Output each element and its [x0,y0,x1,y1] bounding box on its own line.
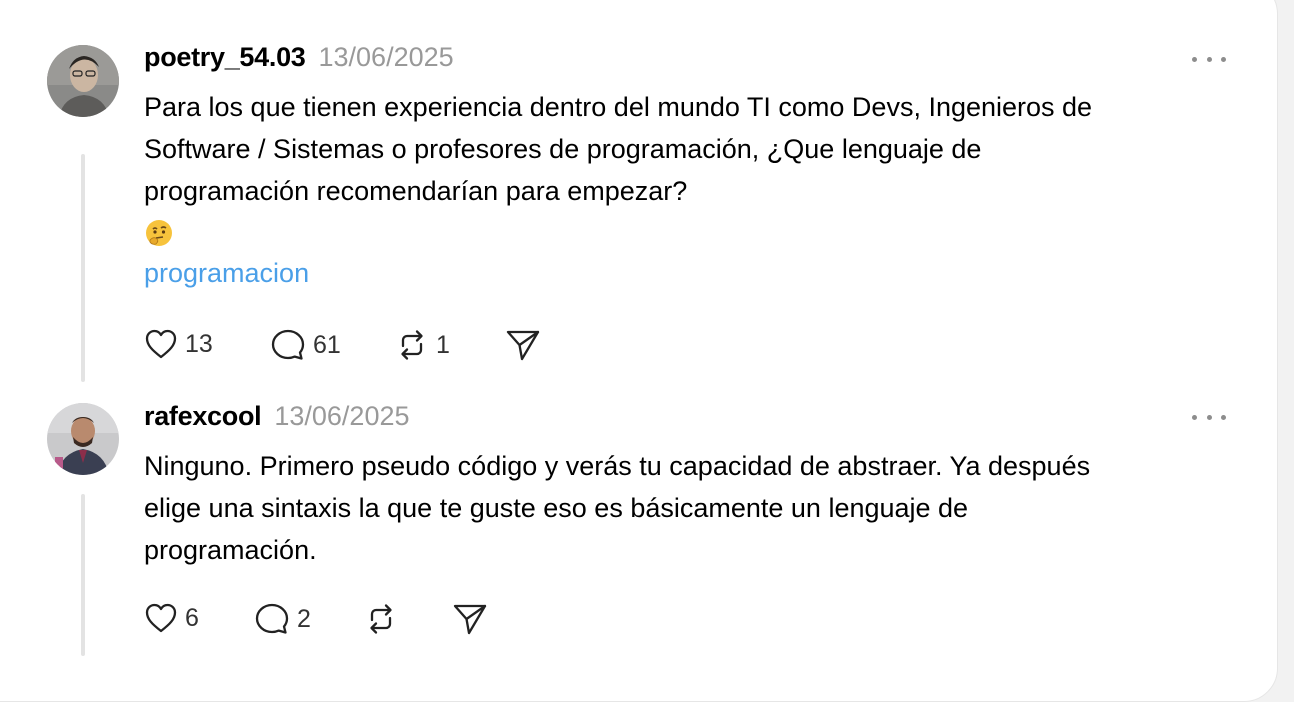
reply-count: 2 [297,604,311,633]
post-date: 13/06/2025 [318,42,454,72]
post-text-line: elige una sintaxis la que te guste eso e… [144,493,969,523]
username[interactable]: poetry_54.03 [144,42,306,73]
avatar[interactable] [47,403,119,475]
dot [1206,56,1212,62]
post-text-line: programación recomendarían para empezar? [144,176,688,206]
heart-icon [145,603,177,633]
post-text-line: Software / Sistemas o profesores de prog… [144,134,982,164]
thread-line [81,154,85,382]
thinking-face-emoji [144,218,174,248]
reply-button[interactable]: 2 [254,602,311,636]
post-text-line: Para los que tienen experiencia dentro d… [144,92,1093,122]
post-text: Para los que tienen experiencia dentro d… [144,86,1244,212]
post-header: rafexcool 13/06/2025 [144,401,410,432]
send-paper-plane-icon [453,604,487,635]
repost-arrows-icon [401,330,423,360]
share-button[interactable] [452,602,488,636]
like-button[interactable]: 6 [144,602,199,634]
post-text-line: programación. [144,535,317,565]
dot [1192,414,1197,420]
like-count: 6 [185,603,199,632]
like-button[interactable]: 13 [144,328,213,360]
repost-button[interactable]: 1 [395,328,450,362]
more-options-icon[interactable] [1192,54,1226,64]
post-text: Ninguno. Primero pseudo código y verás t… [144,445,1244,571]
dot [1221,414,1226,420]
like-count: 13 [185,329,213,358]
share-button[interactable] [505,328,541,362]
dot [1221,56,1226,62]
reply-button[interactable]: 61 [270,328,341,362]
speech-bubble-icon [255,603,289,634]
post-text-line: Ninguno. Primero pseudo código y verás t… [144,451,1091,481]
heart-icon [145,329,177,359]
thread-line [81,494,85,656]
more-options-icon[interactable] [1192,412,1226,422]
repost-count: 1 [436,330,450,359]
send-paper-plane-icon [506,330,540,361]
speech-bubble-icon [271,329,305,360]
post-header: poetry_54.03 13/06/2025 [144,42,454,73]
avatar[interactable] [47,45,119,117]
username[interactable]: rafexcool [144,401,262,432]
repost-arrows-icon [370,604,392,634]
dot [1192,56,1197,62]
repost-button[interactable] [364,602,398,636]
post-date: 13/06/2025 [274,401,410,431]
dot [1206,414,1212,420]
topic-tag[interactable]: programacion [144,258,309,289]
reply-count: 61 [313,330,341,359]
